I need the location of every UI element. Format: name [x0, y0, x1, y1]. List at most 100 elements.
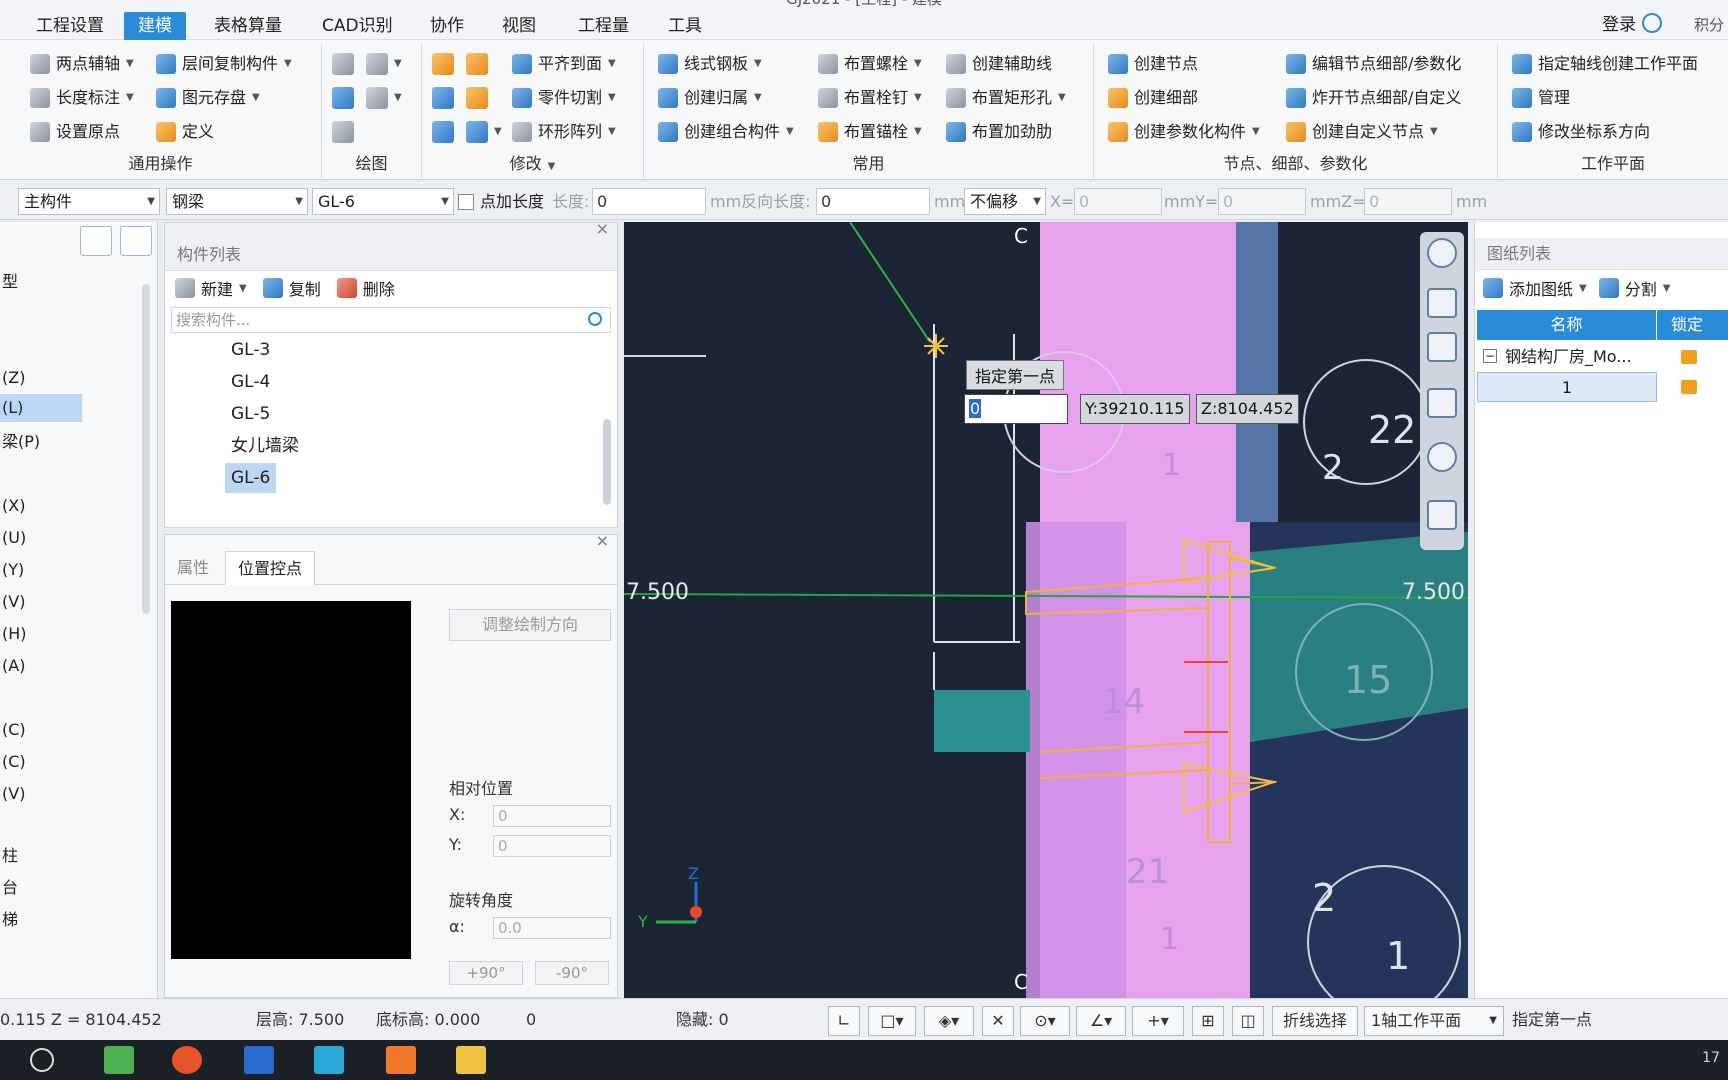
- create-parametric-button[interactable]: 创建参数化构件 ▼: [1108, 118, 1260, 146]
- place-bolt-button[interactable]: 布置螺栓 ▼: [818, 50, 922, 78]
- arc-tool-button[interactable]: ▼: [366, 84, 402, 112]
- close-icon[interactable]: ×: [596, 219, 609, 238]
- grid-icon[interactable]: ⊞: [1192, 1006, 1224, 1036]
- axis-workplane-button[interactable]: 指定轴线创建工作平面: [1512, 50, 1698, 78]
- unlock-icon[interactable]: [1681, 380, 1697, 394]
- copy-tool-button[interactable]: ▼: [466, 118, 502, 146]
- menu-collaboration[interactable]: 协作: [416, 12, 478, 40]
- 2d-view-icon[interactable]: [1427, 288, 1457, 318]
- x-input[interactable]: 0: [1074, 188, 1162, 215]
- offset-tool-button[interactable]: [432, 84, 454, 112]
- main-component-select[interactable]: 主构件 ▼: [18, 188, 160, 215]
- secondary-beam[interactable]: [934, 690, 1030, 752]
- login-link[interactable]: 登录: [1602, 12, 1636, 38]
- close-icon[interactable]: ×: [596, 531, 609, 550]
- place-rect-hole-button[interactable]: 布置矩形孔 ▼: [946, 84, 1066, 112]
- rotate-minus90-button[interactable]: -90°: [535, 961, 609, 985]
- tab-position-control[interactable]: 位置控点: [225, 551, 316, 585]
- tab-attributes[interactable]: 属性: [165, 551, 221, 585]
- layer-icon[interactable]: ◫: [1232, 1006, 1264, 1036]
- ring-array-button[interactable]: 环形阵列 ▼: [512, 118, 616, 146]
- menu-table-quantity[interactable]: 表格算量: [200, 12, 296, 40]
- relative-x-input[interactable]: 0: [493, 805, 611, 827]
- edit-node-detail-button[interactable]: 编辑节点细部/参数化: [1286, 50, 1461, 78]
- cross-icon[interactable]: ✕: [982, 1006, 1014, 1036]
- point-tool-button[interactable]: [332, 50, 354, 78]
- line-tool-button[interactable]: [332, 84, 354, 112]
- component-search-input[interactable]: 搜索构件...: [171, 307, 611, 333]
- copy-component-button[interactable]: 复制: [262, 276, 321, 300]
- list-item-selected[interactable]: GL-6: [225, 463, 277, 493]
- nav-item[interactable]: (V): [0, 588, 25, 616]
- workplane-select[interactable]: 1轴工作平面 ▼: [1364, 1006, 1504, 1036]
- place-anchor-button[interactable]: 布置锚栓 ▼: [818, 118, 922, 146]
- element-save-button[interactable]: 图元存盘 ▼: [156, 84, 260, 112]
- pen-tool-button[interactable]: [432, 50, 454, 78]
- nav-item[interactable]: [0, 684, 2, 712]
- z-input[interactable]: 0: [1364, 188, 1452, 215]
- length-input[interactable]: 0: [592, 188, 706, 215]
- search-icon[interactable]: [588, 312, 602, 326]
- align-face-button[interactable]: 平齐到面 ▼: [512, 50, 616, 78]
- rotate-tool-button[interactable]: [466, 50, 488, 78]
- add-drawing-button[interactable]: 添加图纸 ▼: [1483, 276, 1587, 300]
- model-canvas[interactable]: [624, 222, 1468, 998]
- steel-beam[interactable]: [1250, 532, 1468, 742]
- split-button[interactable]: 分割 ▼: [1598, 276, 1670, 300]
- cube-view-icon[interactable]: [1427, 388, 1457, 418]
- rotate-plus90-button[interactable]: +90°: [449, 961, 523, 985]
- layout-view-icon[interactable]: [1427, 500, 1457, 530]
- list-item[interactable]: GL-3: [225, 335, 276, 365]
- create-detail-button[interactable]: 创建细部: [1108, 84, 1198, 112]
- folder-icon[interactable]: [456, 1046, 486, 1074]
- create-node-button[interactable]: 创建节点: [1108, 50, 1198, 78]
- menu-quantity[interactable]: 工程量: [564, 12, 643, 40]
- create-assembly-button[interactable]: 创建组合构件 ▼: [658, 118, 794, 146]
- drawing-viewport[interactable]: C C 7.500 7.500 22 2 14 15 1 21 1 2 1 Y …: [624, 222, 1468, 998]
- polyline-select-button[interactable]: 折线选择: [1272, 1006, 1358, 1036]
- track-icon[interactable]: +▾: [1132, 1006, 1184, 1036]
- menu-cad-recognition[interactable]: CAD识别: [308, 12, 407, 40]
- taskbar-app-icon[interactable]: [244, 1046, 274, 1074]
- nav-item[interactable]: (H): [0, 620, 27, 648]
- column-edge[interactable]: [1236, 222, 1278, 522]
- nav-item[interactable]: 梯: [0, 906, 18, 934]
- orbit-icon[interactable]: [1427, 238, 1457, 268]
- new-component-button[interactable]: 新建 ▼: [175, 276, 247, 300]
- 3d-view-icon[interactable]: [1427, 332, 1457, 362]
- modify-coord-button[interactable]: 修改坐标系方向: [1512, 118, 1650, 146]
- nav-item[interactable]: 柱: [0, 842, 18, 870]
- taskbar-app-icon[interactable]: [314, 1046, 344, 1074]
- search-icon[interactable]: [30, 1048, 54, 1072]
- refresh-view-icon[interactable]: [1427, 442, 1457, 472]
- help-icon[interactable]: [1642, 13, 1662, 33]
- nav-item[interactable]: 梁(P): [0, 428, 40, 456]
- rect-tool-button[interactable]: [332, 118, 354, 146]
- nav-item[interactable]: (X): [0, 492, 25, 520]
- alpha-input[interactable]: 0.0: [493, 917, 611, 939]
- taskbar-app-icon[interactable]: [104, 1046, 134, 1074]
- ortho-icon[interactable]: ∟: [828, 1006, 860, 1036]
- tile-view-icon[interactable]: [120, 226, 152, 256]
- taskbar-app-icon[interactable]: [386, 1046, 416, 1074]
- length-dimension-button[interactable]: 长度标注 ▼: [30, 84, 134, 112]
- circle-tool-button[interactable]: ▼: [366, 50, 402, 78]
- create-guide-line-button[interactable]: 创建辅助线: [946, 50, 1052, 78]
- floor-copy-button[interactable]: 层间复制构件 ▼: [156, 50, 292, 78]
- nav-item[interactable]: 台: [0, 874, 18, 902]
- two-point-axis-button[interactable]: 两点辅轴 ▼: [30, 50, 134, 78]
- explode-node-button[interactable]: 炸开节点细部/自定义: [1286, 84, 1461, 112]
- coordinate-input[interactable]: 0: [964, 394, 1068, 424]
- point-length-checkbox[interactable]: [458, 194, 474, 210]
- menu-modeling[interactable]: 建模: [124, 12, 186, 40]
- list-view-icon[interactable]: [80, 226, 112, 256]
- move-tool-button[interactable]: [432, 118, 454, 146]
- offset-select[interactable]: 不偏移 ▼: [964, 188, 1046, 215]
- nav-item[interactable]: (Z): [0, 364, 25, 392]
- nav-item-beam[interactable]: (L): [0, 394, 82, 422]
- collapse-icon[interactable]: −: [1483, 349, 1497, 363]
- part-cut-button[interactable]: 零件切割 ▼: [512, 84, 616, 112]
- nav-item[interactable]: (V): [0, 780, 25, 808]
- nav-item[interactable]: (A): [0, 652, 25, 680]
- create-custom-node-button[interactable]: 创建自定义节点 ▼: [1286, 118, 1438, 146]
